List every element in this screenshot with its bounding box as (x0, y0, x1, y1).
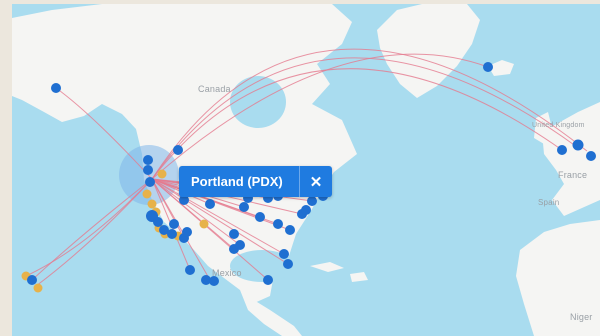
airport-marker-icon[interactable] (145, 177, 155, 187)
map-label-niger: Niger (570, 312, 593, 322)
airport-marker-icon[interactable] (143, 155, 153, 165)
map-label-canada: Canada (198, 84, 231, 94)
map-label-mexico: Mexico (212, 268, 242, 278)
airport-marker-icon[interactable] (182, 227, 192, 237)
airport-marker-icon[interactable] (199, 219, 209, 229)
airport-marker-icon[interactable] (185, 265, 195, 275)
airport-marker-icon[interactable] (263, 275, 273, 285)
airport-marker-icon[interactable] (483, 62, 493, 72)
airport-marker-icon[interactable] (157, 169, 167, 179)
close-icon[interactable]: ✕ (300, 166, 332, 197)
hispaniola-land (350, 272, 368, 282)
map-label-spain: Spain (538, 198, 560, 207)
airport-marker-icon[interactable] (27, 275, 37, 285)
airport-marker-icon[interactable] (586, 151, 596, 161)
airport-marker-icon[interactable] (147, 199, 157, 209)
airport-marker-icon[interactable] (307, 196, 317, 206)
airport-marker-icon[interactable] (273, 219, 283, 229)
map-label-france: France (558, 170, 588, 180)
airport-marker-icon[interactable] (143, 165, 153, 175)
airport-marker-icon[interactable] (229, 229, 239, 239)
airport-marker-icon[interactable] (173, 145, 183, 155)
popup-title: Portland (PDX) (191, 174, 283, 189)
airport-marker-icon[interactable] (205, 199, 215, 209)
airport-marker-icon[interactable] (235, 240, 245, 250)
airport-marker-icon[interactable] (33, 283, 43, 293)
airport-marker-icon[interactable] (169, 219, 179, 229)
airport-marker-icon[interactable] (51, 83, 61, 93)
airport-marker-icon[interactable] (142, 189, 152, 199)
airport-marker-icon[interactable] (279, 249, 289, 259)
airport-marker-icon[interactable] (239, 202, 249, 212)
route-map[interactable]: Canada United Kingdom France Spain Mexic… (12, 4, 600, 336)
airport-marker-icon[interactable] (153, 217, 163, 227)
airport-marker-icon[interactable] (572, 139, 584, 151)
screenshot-frame: Canada United Kingdom France Spain Mexic… (0, 0, 600, 336)
cuba-land (310, 262, 344, 272)
central-america-land (240, 290, 302, 336)
greenland-land (377, 4, 480, 98)
airport-marker-icon[interactable] (255, 212, 265, 222)
airport-marker-icon[interactable] (557, 145, 567, 155)
airport-marker-icon[interactable] (301, 205, 311, 215)
airport-marker-icon[interactable] (285, 225, 295, 235)
map-label-uk: United Kingdom (532, 122, 585, 129)
airport-marker-icon[interactable] (167, 229, 177, 239)
north-america-land (12, 4, 357, 304)
airport-marker-icon[interactable] (283, 259, 293, 269)
airport-popup[interactable]: Portland (PDX) ✕ (179, 166, 332, 197)
